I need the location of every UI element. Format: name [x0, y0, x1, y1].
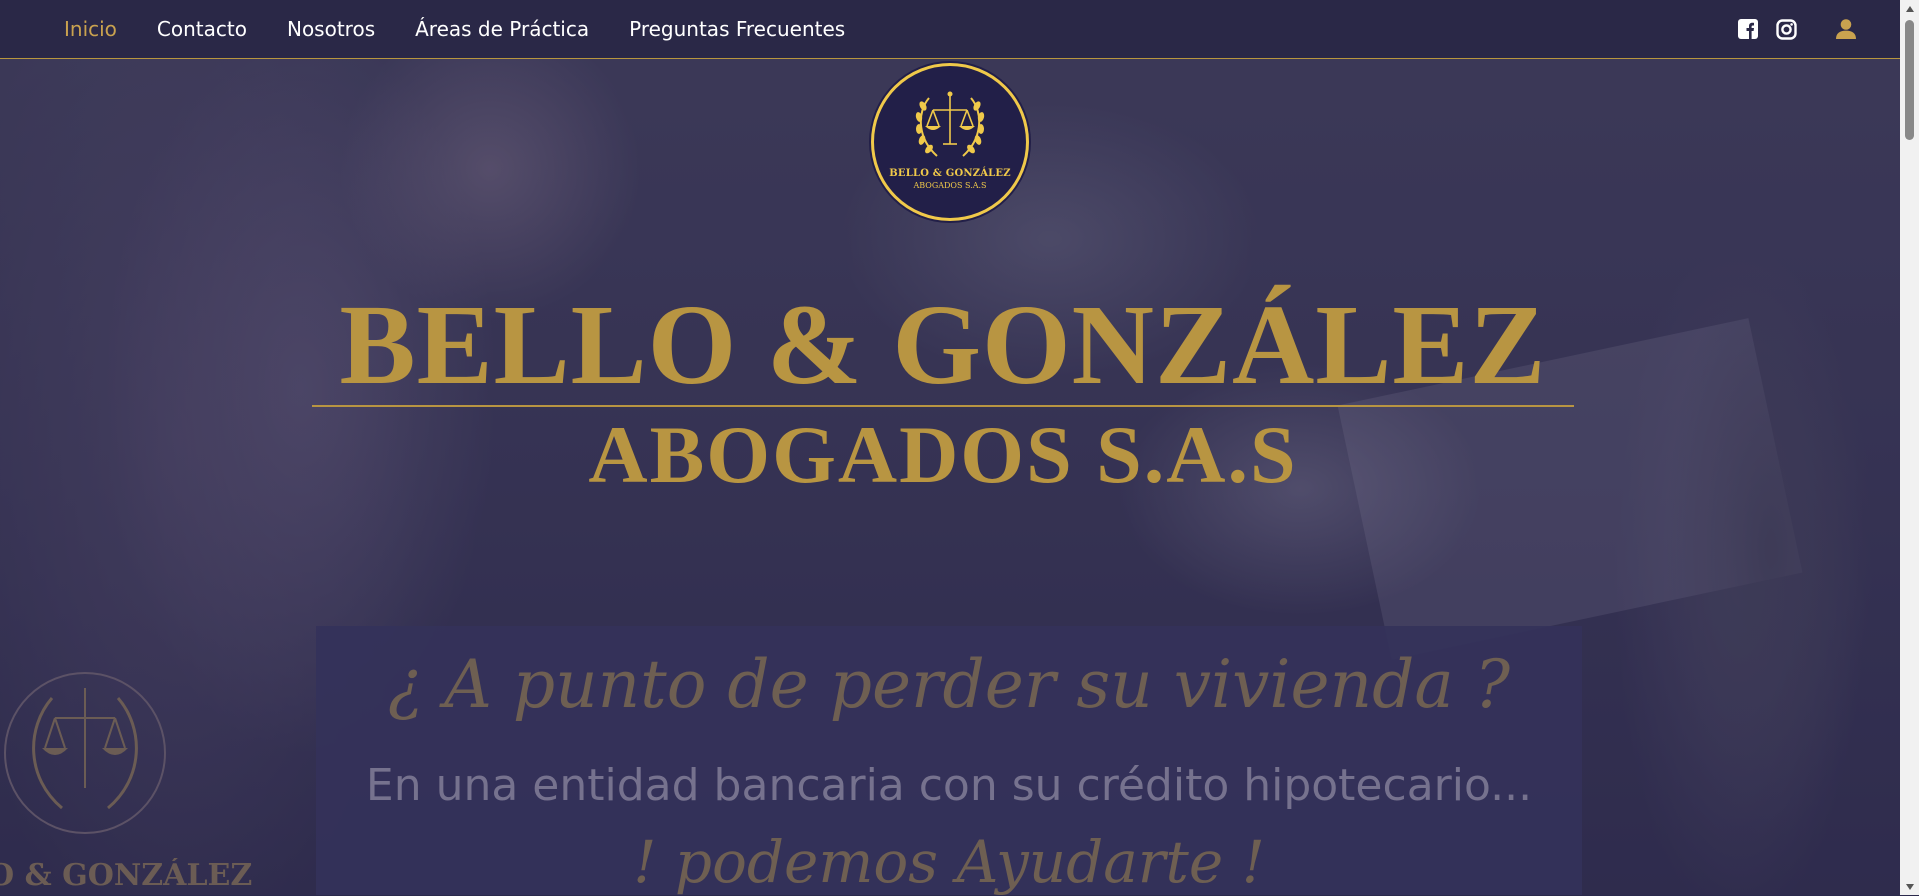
instagram-icon[interactable] — [1774, 17, 1798, 41]
user-icon[interactable] — [1834, 17, 1858, 41]
hero-subtitle: ABOGADOS S.A.S — [588, 409, 1298, 500]
nav-link-contacto[interactable]: Contacto — [157, 17, 247, 41]
nav-link-preguntas-frecuentes[interactable]: Preguntas Frecuentes — [629, 17, 845, 41]
nav-link-inicio[interactable]: Inicio — [64, 17, 117, 41]
scroll-down-arrow-icon[interactable] — [1900, 878, 1919, 895]
hero-title: BELLO & GONZÁLEZ — [339, 281, 1547, 408]
banner-cta: ! podemos Ayudarte ! — [633, 828, 1265, 896]
scrollbar-thumb[interactable] — [1905, 20, 1914, 140]
nav-links: Inicio Contacto Nosotros Áreas de Prácti… — [64, 0, 845, 58]
nav-link-areas-de-practica[interactable]: Áreas de Práctica — [415, 17, 589, 41]
banner-headline: ¿ A punto de perder su vivienda ? — [387, 646, 1511, 723]
page-scrollbar[interactable] — [1900, 0, 1919, 895]
faded-scales-logo-icon — [4, 672, 166, 834]
logo-firm-subtitle: ABOGADOS S.A.S — [913, 181, 987, 190]
scales-laurel-icon — [915, 91, 985, 157]
scroll-up-arrow-icon[interactable] — [1900, 0, 1919, 17]
nav-link-nosotros[interactable]: Nosotros — [287, 17, 375, 41]
title-divider — [312, 405, 1574, 407]
faded-firm-name: O & GONZÁLEZ — [0, 858, 253, 893]
firm-logo-badge[interactable]: BELLO & GONZÁLEZ ABOGADOS S.A.S — [871, 63, 1029, 221]
promo-banner: ¿ A punto de perder su vivienda ? En una… — [316, 626, 1582, 896]
top-navbar: Inicio Contacto Nosotros Áreas de Prácti… — [0, 0, 1900, 59]
facebook-icon[interactable] — [1736, 17, 1760, 41]
nav-social-icons — [1736, 0, 1858, 58]
banner-text: En una entidad bancaria con su crédito h… — [365, 760, 1533, 811]
logo-firm-name: BELLO & GONZÁLEZ — [889, 168, 1011, 179]
